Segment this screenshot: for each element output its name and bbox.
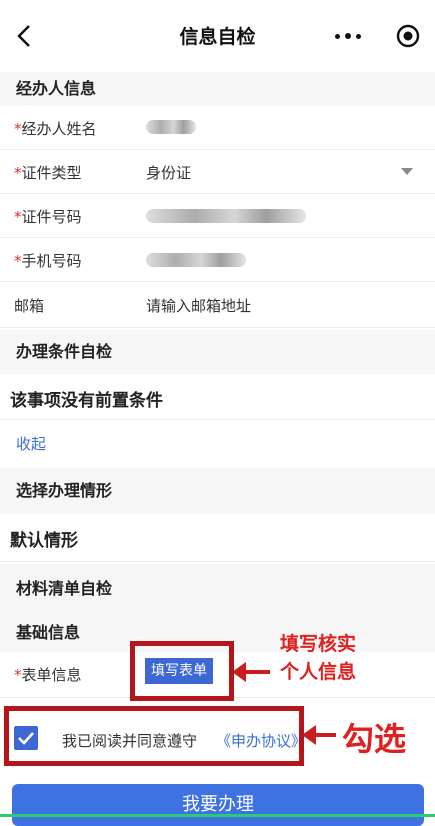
fill-form-highlight-box xyxy=(130,641,234,701)
email-input[interactable]: 请输入邮箱地址 xyxy=(146,295,251,316)
situation-row[interactable]: 默认情形 xyxy=(0,514,435,562)
bottom-divider xyxy=(0,814,435,817)
conditions-section-title: 办理条件自检 xyxy=(0,330,435,374)
situation-section-title: 选择办理情形 xyxy=(0,468,435,514)
submit-button[interactable]: 我要办理 xyxy=(12,784,424,826)
id-type-label: 证件类型 xyxy=(21,164,82,182)
required-mark: * xyxy=(14,666,22,684)
form-info-label: 表单信息 xyxy=(21,666,82,684)
agent-name-value-blurred xyxy=(146,120,196,134)
required-mark: * xyxy=(14,120,22,138)
id-number-row[interactable]: *证件号码 xyxy=(0,194,435,238)
id-number-label: 证件号码 xyxy=(21,208,82,226)
target-icon[interactable] xyxy=(395,23,421,49)
conditions-text: 该事项没有前置条件 xyxy=(10,391,163,411)
email-row[interactable]: 邮箱 请输入邮箱地址 xyxy=(0,282,435,328)
materials-section-title: 材料清单自检 xyxy=(0,564,435,612)
agreement-highlight-box xyxy=(4,706,304,766)
mini-program-capsule xyxy=(325,20,421,52)
id-type-row[interactable]: *证件类型 身份证 xyxy=(0,150,435,194)
phone-value-blurred xyxy=(146,253,246,267)
id-type-value: 身份证 xyxy=(146,164,192,182)
fill-note-line1: 填写核实 xyxy=(280,633,357,655)
phone-label: 手机号码 xyxy=(21,252,82,270)
collapse-link[interactable]: 收起 xyxy=(16,433,46,454)
dropdown-caret-icon[interactable] xyxy=(401,168,413,175)
agent-name-label: 经办人姓名 xyxy=(21,120,97,138)
required-mark: * xyxy=(14,252,22,270)
phone-row[interactable]: *手机号码 xyxy=(0,238,435,282)
required-mark: * xyxy=(14,164,22,182)
nav-bar: 信息自检 xyxy=(0,0,435,72)
email-label: 邮箱 xyxy=(14,297,45,315)
more-icon[interactable] xyxy=(325,20,373,52)
agent-name-row[interactable]: *经办人姓名 xyxy=(0,106,435,150)
required-mark: * xyxy=(14,208,22,226)
agent-section-title: 经办人信息 xyxy=(0,72,435,106)
id-number-value-blurred xyxy=(146,209,306,223)
situation-text: 默认情形 xyxy=(10,531,78,551)
check-note: 勾选 xyxy=(342,720,407,758)
arrow-head-icon xyxy=(232,662,246,682)
arrow-head-icon xyxy=(302,725,316,745)
fill-note-line2: 个人信息 xyxy=(280,661,357,683)
